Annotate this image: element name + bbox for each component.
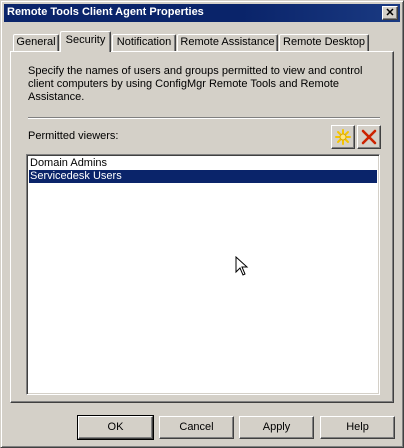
list-item-domain-admins[interactable]: Domain Admins — [29, 157, 377, 170]
tab-label: Security — [65, 34, 106, 46]
close-icon: ✕ — [385, 7, 395, 19]
security-description: Specify the names of users and groups pe… — [28, 65, 363, 103]
tab-general[interactable]: General — [13, 34, 59, 51]
ok-button[interactable]: OK — [77, 415, 154, 440]
apply-button[interactable]: Apply — [239, 416, 314, 439]
add-viewer-button[interactable] — [331, 125, 355, 149]
tab-label: Notification — [116, 36, 172, 48]
properties-dialog: Remote Tools Client Agent Properties ✕ G… — [0, 0, 404, 448]
button-label: OK — [107, 421, 124, 433]
button-label: Cancel — [179, 421, 214, 433]
permitted-viewers-label: Permitted viewers: — [28, 130, 119, 142]
mouse-cursor-icon — [235, 256, 249, 276]
red-x-delete-icon — [361, 129, 377, 145]
help-button[interactable]: Help — [320, 416, 395, 439]
cancel-button[interactable]: Cancel — [159, 416, 234, 439]
title-bar[interactable]: Remote Tools Client Agent Properties ✕ — [4, 4, 400, 22]
remove-viewer-button[interactable] — [357, 125, 381, 149]
button-label: Help — [346, 421, 369, 433]
window-title: Remote Tools Client Agent Properties — [7, 6, 204, 18]
new-star-icon — [335, 129, 351, 145]
list-item-servicedesk-users[interactable]: Servicedesk Users — [29, 170, 377, 183]
tab-remote-desktop[interactable]: Remote Desktop — [279, 34, 369, 51]
permitted-viewers-list[interactable]: Domain Admins Servicedesk Users — [26, 154, 380, 395]
list-item-label: Domain Admins — [30, 157, 108, 169]
list-item-label: Servicedesk Users — [30, 170, 122, 182]
tab-label: General — [16, 36, 56, 48]
tab-remote-assistance[interactable]: Remote Assistance — [177, 34, 278, 51]
tab-label: Remote Assistance — [180, 36, 275, 48]
separator — [28, 117, 380, 119]
tab-notification[interactable]: Notification — [112, 34, 176, 51]
close-button[interactable]: ✕ — [382, 6, 398, 20]
button-label: Apply — [262, 421, 291, 433]
tab-label: Remote Desktop — [283, 36, 365, 48]
tab-security[interactable]: Security — [60, 31, 111, 52]
